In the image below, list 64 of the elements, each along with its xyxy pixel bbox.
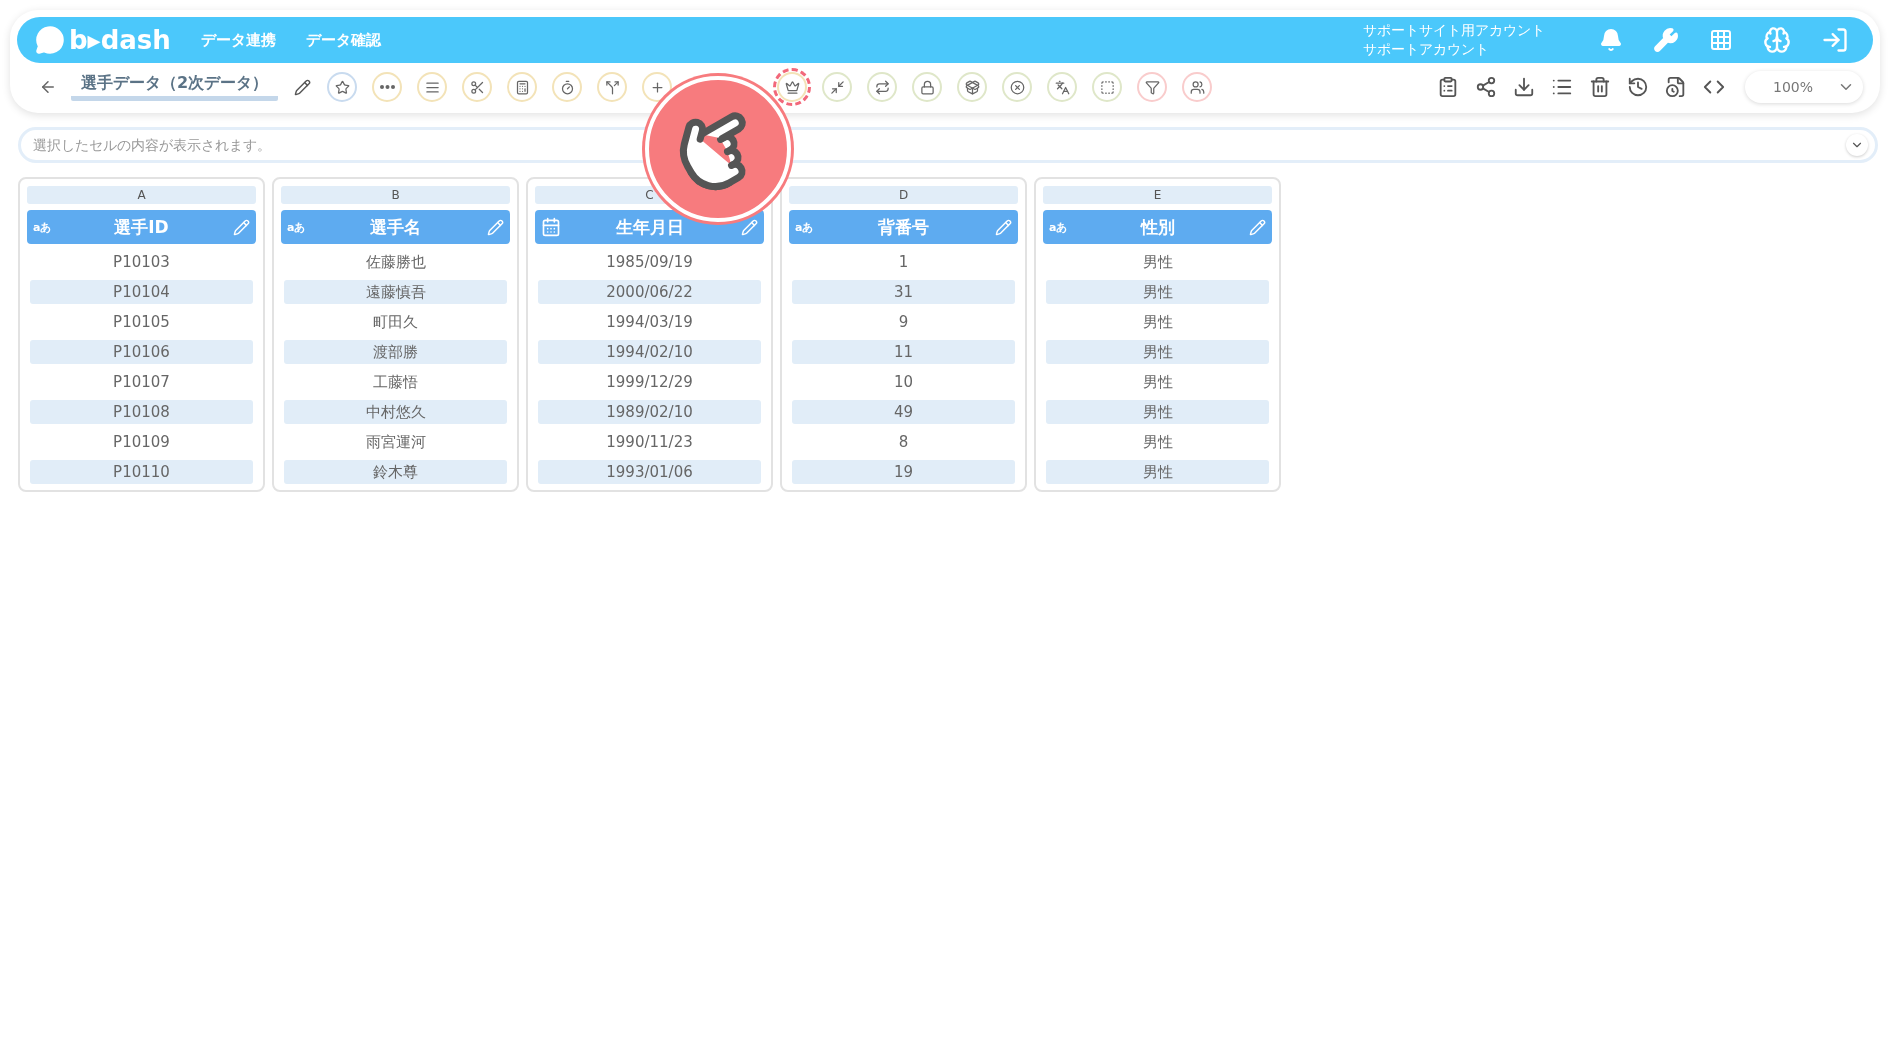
table-cell-text: 雨宮運河 (364, 431, 427, 453)
table-cell: 渡部勝 (284, 340, 507, 364)
table-cell: 男性 (1046, 460, 1269, 484)
table-cell-text: 男性 (1141, 431, 1174, 453)
table-cell-text: 1994/03/19 (605, 312, 694, 333)
type-label: aあ (33, 219, 53, 235)
column-header[interactable]: aあ 背番号 (789, 210, 1018, 244)
table-cell: 男性 (1046, 400, 1269, 424)
table-cell: 中村悠久 (284, 400, 507, 424)
nav-link[interactable]: データ連携 (200, 30, 276, 50)
account-site: サポートサイト用アカウント (1363, 21, 1545, 40)
table-cell-text: P10105 (112, 312, 171, 333)
table-cell: 1994/02/10 (538, 340, 761, 364)
table-cell-text: 1 (897, 252, 910, 273)
column-name: 性別 (1139, 215, 1176, 239)
table-cell-text: P10103 (112, 252, 171, 273)
nav-link[interactable]: データ確認 (305, 30, 381, 50)
table-cell: 男性 (1046, 280, 1269, 304)
column-name: 選手名 (369, 215, 422, 239)
table-cell-text: 1999/12/29 (605, 372, 694, 393)
table-cell-text: 8 (897, 432, 910, 453)
type-label: aあ (795, 219, 815, 235)
type-label: aあ (287, 219, 307, 235)
table-cell: 1993/01/06 (538, 460, 761, 484)
column-header[interactable]: aあ 性別 (1043, 210, 1272, 244)
table-cell-text: 男性 (1141, 251, 1174, 273)
table-cell: 鈴木尊 (284, 460, 507, 484)
column-header[interactable]: aあ 選手名 (281, 210, 510, 244)
table-cell-text: 佐藤勝也 (364, 251, 427, 273)
zoom-select[interactable]: 100% (1745, 71, 1863, 103)
table-cell-text: P10109 (112, 432, 171, 453)
table-cell-text: 9 (897, 312, 910, 333)
table-cell-text: 工藤悟 (372, 371, 419, 393)
table-cell-text: 1990/11/23 (605, 432, 694, 453)
table-cell-text: 男性 (1141, 371, 1174, 393)
type-label: aあ (1049, 219, 1069, 235)
table-cell: P10110 (30, 460, 253, 484)
column-letter[interactable]: B (281, 186, 510, 204)
table-cell: P10108 (30, 400, 253, 424)
column-header[interactable]: aあ 選手ID (27, 210, 256, 244)
table-cell-text: 10 (892, 372, 915, 393)
data-title[interactable]: 選手データ（2次データ） (71, 73, 279, 101)
table-cell: 19 (792, 460, 1015, 484)
table-cell: P10104 (30, 280, 253, 304)
table-cell: 2000/06/22 (538, 280, 761, 304)
column-name: 生年月日 (614, 215, 685, 239)
table-cell-text: 1985/09/19 (605, 252, 694, 273)
table-cell: 49 (792, 400, 1015, 424)
table-cell: 31 (792, 280, 1015, 304)
table-cell-text: 男性 (1141, 311, 1174, 333)
table-cell-text: 町田久 (372, 311, 419, 333)
account-name: サポートアカウント (1363, 40, 1490, 59)
table-cell: 遠藤慎吾 (284, 280, 507, 304)
column-name: 選手ID (113, 215, 170, 239)
table-cell: P10106 (30, 340, 253, 364)
column-letter[interactable]: A (27, 186, 256, 204)
logo[interactable]: b▸dash (69, 25, 171, 55)
column-letter[interactable]: E (1043, 186, 1272, 204)
table-cell: 男性 (1046, 340, 1269, 364)
column-letter[interactable]: D (789, 186, 1018, 204)
table-cell-text: P10107 (112, 372, 171, 393)
table-cell: 1989/02/10 (538, 400, 761, 424)
table-cell: 11 (792, 340, 1015, 364)
column-name: 背番号 (877, 215, 930, 239)
